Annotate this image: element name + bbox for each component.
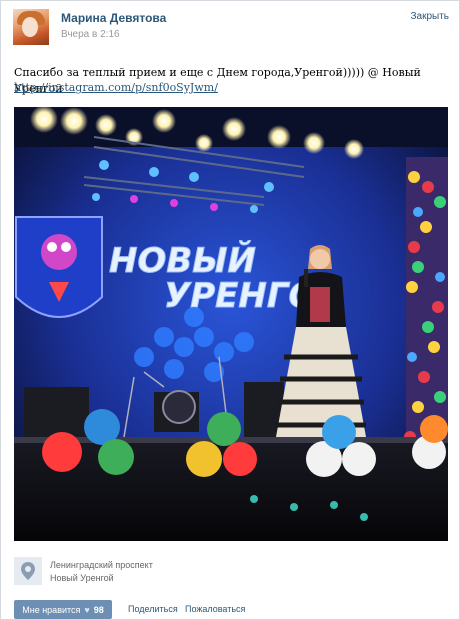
post-time[interactable]: Вчера в 2:16 — [61, 29, 120, 40]
like-count: 98 — [93, 604, 104, 615]
map-pin-icon[interactable] — [14, 557, 42, 585]
avatar[interactable] — [13, 9, 49, 45]
concert-photo: НОВЫЙ УРЕНГО — [14, 107, 448, 541]
post-header: Марина Девятова Вчера в 2:16 Закрыть — [13, 9, 449, 45]
share-link[interactable]: Поделиться — [128, 604, 178, 614]
location-block[interactable]: Ленинградский проспект Новый Уренгой — [14, 557, 314, 589]
close-link[interactable]: Закрыть — [410, 11, 449, 22]
post-card: Марина Девятова Вчера в 2:16 Закрыть Спа… — [0, 0, 460, 620]
report-link[interactable]: Пожаловаться — [185, 604, 245, 614]
stage-sign-line1: НОВЫЙ — [109, 240, 256, 281]
author-name[interactable]: Марина Девятова — [61, 11, 166, 25]
post-actions: Мне нравится ♥ 98 Поделиться Пожаловатьс… — [14, 600, 454, 620]
post-photo[interactable]: НОВЫЙ УРЕНГО — [14, 107, 448, 541]
like-label: Мне нравится — [22, 604, 81, 615]
post-link[interactable]: http://instagram.com/p/snf0oSyJwm/ — [14, 81, 218, 94]
location-city[interactable]: Новый Уренгой — [50, 573, 114, 583]
heart-icon: ♥ — [84, 604, 90, 615]
location-street[interactable]: Ленинградский проспект — [50, 560, 153, 570]
map-pin-graphic — [21, 562, 35, 580]
avatar-face — [22, 17, 38, 37]
like-button[interactable]: Мне нравится ♥ 98 — [14, 600, 112, 619]
